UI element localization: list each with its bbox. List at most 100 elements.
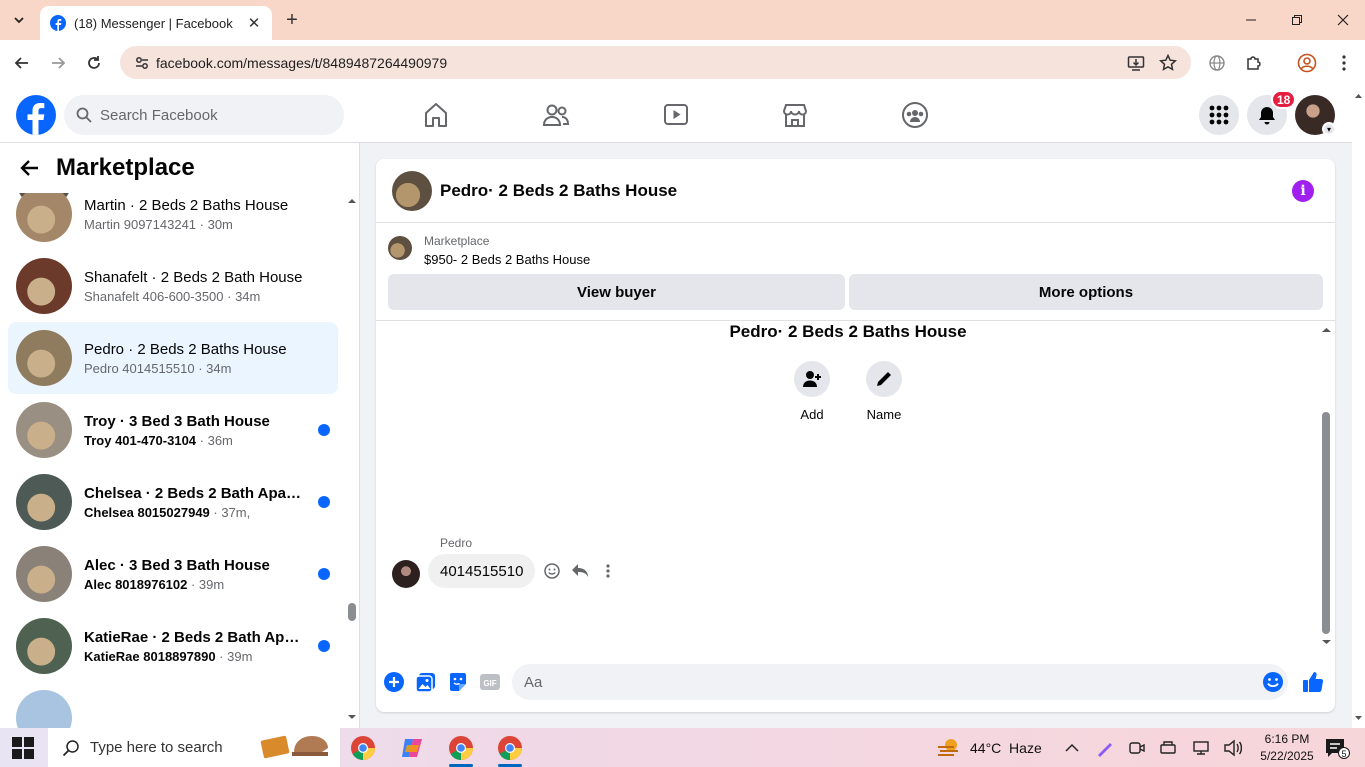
chat-item-partial[interactable] <box>16 690 72 728</box>
back-button[interactable] <box>10 51 34 75</box>
gif-icon[interactable]: GIF <box>478 670 502 694</box>
tab-title: (18) Messenger | Facebook <box>74 15 233 31</box>
chat-preview-text: Shanafelt 406-600-3500 <box>84 288 224 304</box>
windows-start-icon[interactable] <box>12 737 34 759</box>
message-input-container[interactable] <box>512 664 1288 700</box>
facebook-search[interactable] <box>64 95 344 135</box>
chrome-taskbar-icon[interactable] <box>343 732 383 763</box>
emoji-icon[interactable] <box>1261 670 1285 694</box>
chat-list-item[interactable]: Alec · 3 Bed 3 Bath House Alec 8018976102… <box>8 538 338 610</box>
chat-avatar <box>16 330 72 386</box>
chat-time: · 34m <box>223 288 261 304</box>
grid-icon <box>1209 105 1229 125</box>
reload-button[interactable] <box>82 51 106 75</box>
name-chat-action[interactable]: Name <box>854 361 914 422</box>
pencil-icon <box>877 372 891 386</box>
clock-time: 6:16 PM <box>1264 732 1310 746</box>
more-options-button[interactable]: More options <box>849 274 1323 310</box>
message-composer: GIF <box>376 659 1335 705</box>
plus-circle-icon[interactable] <box>382 670 406 694</box>
translate-globe-icon[interactable] <box>1206 52 1228 74</box>
chat-list-item[interactable]: Pedro · 2 Beds 2 Baths House Pedro 401451… <box>8 322 338 394</box>
sender-name: Pedro <box>440 536 473 550</box>
listing-avatar[interactable] <box>392 170 432 211</box>
bookmark-star-icon[interactable] <box>1157 52 1179 74</box>
search-input[interactable] <box>100 106 320 124</box>
search-highlight-illustration-icon <box>260 735 328 759</box>
sender-avatar[interactable] <box>392 560 420 588</box>
chat-list-item[interactable]: Shanafelt · 2 Beds 2 Bath House Shanafelt… <box>8 250 338 322</box>
nav-video-icon[interactable] <box>661 100 691 130</box>
taskbar-search[interactable]: Type here to search <box>48 728 340 767</box>
chevron-down-icon[interactable]: ▾ <box>1322 122 1336 136</box>
weather-widget[interactable]: 44°C Haze <box>936 728 1042 767</box>
network-drive-icon[interactable] <box>1159 728 1177 767</box>
facebook-logo-icon[interactable] <box>16 95 56 135</box>
scrollbar-thumb[interactable] <box>348 603 356 621</box>
browser-menu-icon[interactable] <box>1333 52 1355 74</box>
nav-groups-icon[interactable] <box>900 100 930 130</box>
chat-list-item[interactable]: Chelsea · 2 Beds 2 Bath Apart... Chelsea … <box>8 466 338 538</box>
profile-account-icon[interactable] <box>1296 52 1318 74</box>
listing-price-title[interactable]: $950- 2 Beds 2 Baths House <box>424 252 590 267</box>
thumbs-up-icon[interactable] <box>1301 670 1325 694</box>
action-center-button[interactable]: 5 <box>1324 728 1350 767</box>
chat-list-item[interactable]: Troy · 3 Bed 3 Bath House Troy 401-470-31… <box>8 394 338 466</box>
more-vertical-icon[interactable] <box>598 561 618 581</box>
message-input[interactable] <box>524 673 1224 691</box>
install-app-icon[interactable] <box>1125 52 1147 74</box>
show-hidden-icons-button[interactable] <box>1064 728 1080 767</box>
chat-list-scrollbar[interactable] <box>345 193 359 728</box>
chat-time: · 30m <box>196 216 233 232</box>
meet-now-icon[interactable] <box>1128 728 1146 767</box>
chevron-up-icon <box>1065 743 1079 752</box>
minimize-button[interactable] <box>1228 0 1274 40</box>
new-tab-button[interactable]: + <box>282 9 302 31</box>
chat-list-item[interactable]: KatieRae · 2 Beds 2 Bath Apart... KatieRa… <box>8 610 338 682</box>
back-arrow-icon[interactable] <box>20 158 40 178</box>
nav-marketplace-icon[interactable] <box>780 100 810 130</box>
photo-gallery-icon[interactable] <box>414 670 438 694</box>
volume-icon[interactable] <box>1223 728 1243 767</box>
sticker-icon[interactable] <box>446 670 470 694</box>
close-window-button[interactable] <box>1320 0 1365 40</box>
react-smiley-icon[interactable] <box>542 561 562 581</box>
close-icon <box>1337 14 1349 26</box>
view-buyer-button[interactable]: View buyer <box>388 274 845 310</box>
unread-dot <box>318 640 330 652</box>
pen-tray-icon[interactable] <box>1096 728 1114 767</box>
add-label: Add <box>800 407 824 422</box>
info-icon[interactable]: i <box>1292 180 1314 202</box>
address-bar[interactable]: facebook.com/messages/t/8489487264490979 <box>120 46 1191 79</box>
tab-close-icon[interactable]: ✕ <box>246 15 262 32</box>
chrome-taskbar-icon-2[interactable] <box>441 732 481 767</box>
restore-button[interactable] <box>1274 0 1320 40</box>
weather-text: 44°C Haze <box>970 739 1042 756</box>
system-clock[interactable]: 6:16 PM 5/22/2025 <box>1252 731 1322 765</box>
browser-tab[interactable]: (18) Messenger | Facebook ✕ <box>40 6 272 40</box>
conversation-header-title[interactable]: Pedro· 2 Beds 2 Baths House <box>440 181 677 201</box>
nav-home-icon[interactable] <box>421 100 451 130</box>
chat-name: KatieRae · 2 Beds 2 Bath Apart... <box>84 628 306 646</box>
add-people-action[interactable]: Add <box>782 361 842 422</box>
reply-arrow-icon[interactable] <box>570 561 590 581</box>
extensions-puzzle-icon[interactable] <box>1243 52 1265 74</box>
listing-thumbnail[interactable] <box>388 236 412 260</box>
chrome-taskbar-icon-3[interactable] <box>490 732 530 767</box>
message-bubble[interactable]: 4014515510 <box>428 554 536 588</box>
copilot-taskbar-icon[interactable] <box>392 732 432 763</box>
nav-friends-icon[interactable] <box>541 100 571 130</box>
scrollbar-thumb[interactable] <box>1322 412 1330 634</box>
tab-search-button[interactable] <box>6 7 32 33</box>
chat-preview-text: Pedro 4014515510 <box>84 360 195 376</box>
conversation-scrollbar[interactable] <box>1320 322 1335 652</box>
unread-dot <box>318 424 330 436</box>
unread-dot <box>318 568 330 580</box>
forward-button[interactable] <box>46 51 70 75</box>
chat-preview: Chelsea 8015027949 · 37m, <box>84 505 306 520</box>
site-settings-icon[interactable] <box>134 55 150 71</box>
menu-grid-button[interactable] <box>1199 95 1239 135</box>
chat-time: · 36m <box>196 432 233 448</box>
network-icon[interactable] <box>1192 728 1210 767</box>
page-scrollbar[interactable] <box>1352 86 1365 728</box>
